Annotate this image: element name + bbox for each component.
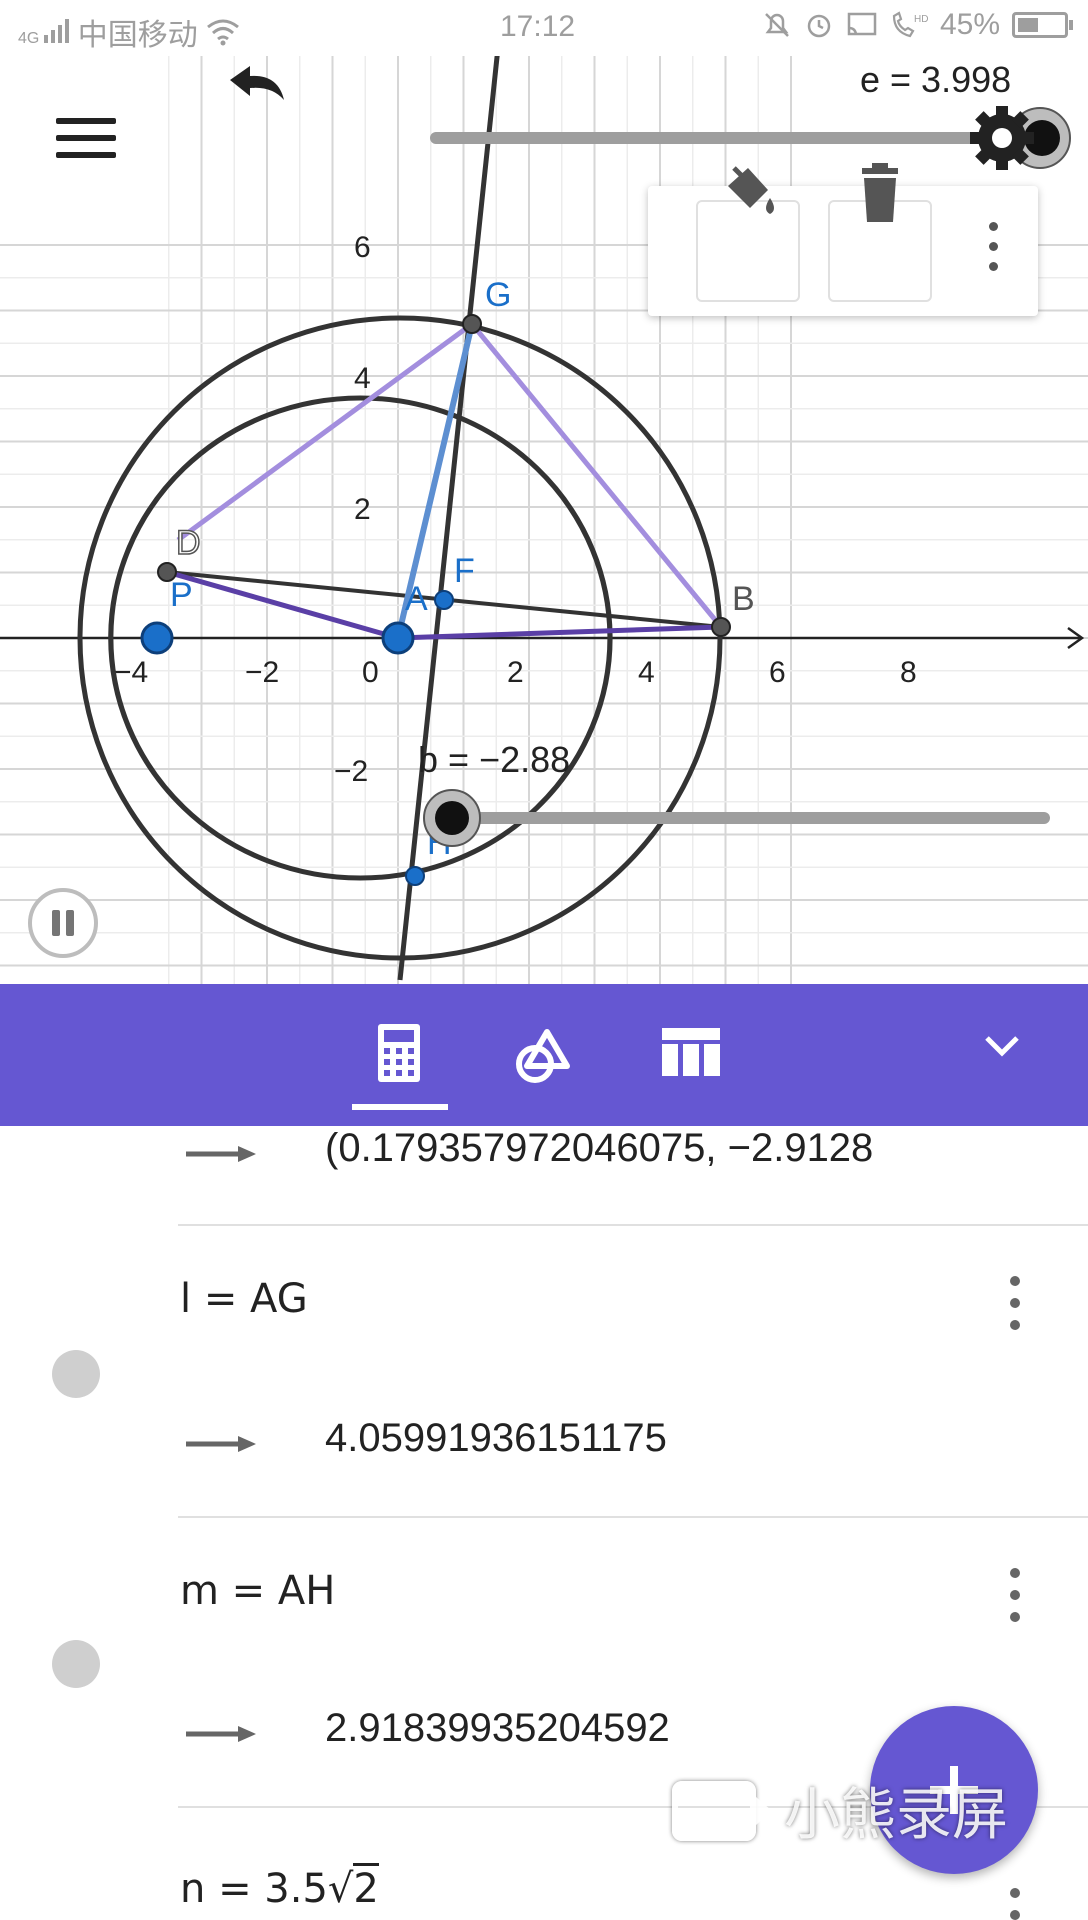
x-tick-label: 8 — [900, 656, 917, 689]
visibility-toggle-l[interactable] — [52, 1350, 100, 1398]
sqrt-symbol: √ — [327, 1866, 354, 1912]
collapse-button[interactable] — [975, 1018, 1029, 1072]
definition-row-m[interactable]: m = AH — [180, 1568, 335, 1614]
menu-icon-line — [56, 135, 116, 141]
carrier-name: 中国移动 — [77, 19, 198, 52]
menu-icon-line — [56, 118, 116, 124]
y-tick-label: 6 — [354, 231, 371, 264]
hd-call-icon: HD — [892, 11, 928, 38]
y-tick-label: −2 — [334, 755, 368, 788]
result-value-m: 2.91839935204592 — [325, 1706, 670, 1750]
delete-button[interactable] — [828, 163, 932, 302]
svg-text:HD: HD — [914, 14, 928, 25]
row-more-button-n[interactable] — [1000, 1888, 1030, 1920]
x-tick-label: −2 — [245, 656, 279, 689]
bottom-toolbar — [0, 984, 1088, 1126]
definition-row-l[interactable]: l = AG — [180, 1276, 308, 1322]
point-a[interactable] — [381, 621, 415, 655]
result-value-l: 4.05991936151175 — [325, 1416, 667, 1460]
sqrt-radicand: 2 — [353, 1863, 379, 1912]
label-g: G — [485, 276, 511, 314]
alarm-icon — [807, 14, 831, 38]
table-icon — [662, 1028, 720, 1076]
slider-b-label: b = −2.88 — [418, 739, 570, 780]
definition-prefix-n: n = 3.5 — [180, 1866, 328, 1912]
trash-icon — [862, 163, 898, 222]
y-tick-label: 4 — [354, 362, 371, 395]
style-more-button[interactable] — [978, 222, 1008, 282]
undo-button[interactable] — [220, 66, 290, 174]
network-type: 4G — [18, 29, 40, 47]
x-tick-label: 0 — [362, 656, 379, 689]
label-b: B — [732, 580, 755, 618]
menu-icon-line — [56, 152, 116, 158]
y-tick-label: 2 — [354, 493, 371, 526]
tab-algebra[interactable] — [358, 1014, 438, 1094]
color-button[interactable] — [696, 166, 800, 302]
row-divider — [178, 1516, 1088, 1518]
x-tick-label: 6 — [769, 656, 786, 689]
row-more-button-m[interactable] — [1000, 1568, 1030, 1628]
tab-tools[interactable] — [505, 1014, 585, 1094]
battery-icon — [1012, 12, 1073, 38]
wifi-icon — [206, 19, 239, 46]
point-g[interactable] — [462, 314, 482, 334]
style-bar — [648, 163, 1038, 316]
point-h[interactable] — [405, 866, 425, 886]
menu-button[interactable] — [56, 118, 116, 168]
tab-selected-indicator — [352, 1104, 448, 1110]
tools-icon — [516, 1029, 570, 1083]
x-tick-label: −4 — [114, 656, 148, 689]
segment-ab[interactable] — [397, 624, 722, 641]
label-p: P — [170, 576, 193, 614]
label-d: D — [176, 524, 201, 562]
graphics-view[interactable]: −4−202468642−2 G D F A P B H e = 3.998 — [0, 56, 1088, 984]
notification-off-icon — [765, 13, 789, 37]
result-value-row-1: (0.179357972046075, −2.9128 — [325, 1126, 874, 1170]
video-camera-icon — [672, 1780, 772, 1841]
battery-percent: 45% — [939, 8, 1000, 41]
definition-row-n[interactable]: n = 3.5√2 — [180, 1863, 379, 1912]
visibility-toggle-m[interactable] — [52, 1640, 100, 1688]
settings-gear-icon[interactable] — [970, 106, 1034, 170]
x-tick-label: 4 — [638, 656, 655, 689]
point-p[interactable] — [140, 621, 174, 655]
pause-button[interactable] — [28, 888, 98, 958]
x-tick-label: 2 — [507, 656, 524, 689]
chevron-down-icon — [985, 1036, 1019, 1057]
slider-e-label: e = 3.998 — [860, 59, 1011, 100]
calculator-icon — [378, 1024, 420, 1082]
label-f: F — [454, 552, 475, 590]
point-b[interactable] — [711, 617, 731, 637]
undo-icon — [230, 66, 284, 100]
watermark-text: 小熊录屏 — [784, 1783, 1008, 1848]
cast-icon — [847, 12, 877, 36]
screen-recorder-watermark: 小熊录屏 — [672, 1770, 1008, 1851]
point-f[interactable] — [434, 590, 454, 610]
clock: 17:12 — [500, 10, 576, 43]
label-a: A — [405, 580, 428, 618]
result-arrow-icon — [186, 1436, 256, 1452]
slider-b-knob[interactable] — [435, 801, 469, 835]
segment-gb[interactable] — [470, 322, 723, 629]
paint-bucket-icon — [728, 166, 774, 214]
result-arrow-icon — [186, 1726, 256, 1742]
row-divider — [178, 1224, 1088, 1226]
row-more-button-l[interactable] — [1000, 1276, 1030, 1336]
result-arrow-icon — [186, 1146, 256, 1162]
status-bar: 4G 中国移动 17:12 HD 45% — [0, 0, 1088, 56]
tab-table[interactable] — [650, 1014, 730, 1094]
signal-icon: 4G — [18, 18, 70, 47]
